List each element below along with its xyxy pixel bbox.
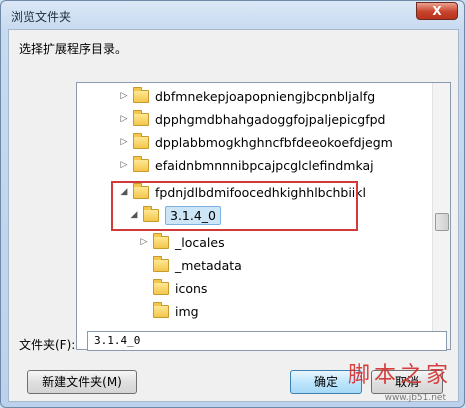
watermark-url: www.jb51.net	[384, 393, 446, 403]
scrollbar-thumb[interactable]	[435, 213, 449, 231]
folder-field-label: 文件夹(F):	[19, 338, 76, 352]
new-folder-button[interactable]: 新建文件夹(M)	[27, 370, 137, 394]
expand-arrow-icon[interactable]: ▷	[139, 237, 149, 247]
folder-icon	[153, 232, 169, 249]
collapse-arrow-icon[interactable]: ◢	[119, 187, 129, 197]
tree-item-label: img	[175, 303, 199, 319]
tree-item-label: dbfmnekepjoapopniengjbcpnbljalfg	[155, 88, 376, 104]
dialog-title: 浏览文件夹	[11, 10, 72, 24]
expand-arrow-icon[interactable]: ▷	[119, 160, 129, 170]
tree-item[interactable]: ▷ dbfmnekepjoapopniengjbcpnbljalfg	[119, 86, 375, 106]
tree-item[interactable]: ▷ dpplabbmogkhghncfbfdeeokoefdjegm	[119, 132, 393, 152]
folder-icon	[133, 109, 149, 126]
dialog-client-area: 选择扩展程序目录。 ▷ dbfmnekepjoapopniengjbcpnblj…	[8, 29, 459, 402]
tree-item-label: dpplabbmogkhghncfbfdeeokoefdjegm	[155, 134, 393, 150]
tree-item-selected[interactable]: ◢ 3.1.4_0	[129, 205, 222, 225]
tree-scrollbar[interactable]	[432, 83, 450, 349]
tree-item[interactable]: ▷ dpphgmdbhahgadoggfojpaljepicgfpd	[119, 109, 386, 129]
tree-item[interactable]: icons	[139, 278, 207, 298]
close-icon: X	[432, 4, 442, 18]
expand-arrow-icon[interactable]: ▷	[119, 91, 129, 101]
tree-item-label: _locales	[175, 234, 225, 250]
watermark-logo: 脚本之家	[347, 363, 452, 388]
tree-item-label: icons	[175, 280, 208, 296]
folder-icon	[143, 205, 159, 222]
folder-icon	[133, 86, 149, 103]
folder-tree[interactable]: ▷ dbfmnekepjoapopniengjbcpnbljalfg ▷ dpp…	[76, 82, 451, 350]
tree-item[interactable]: ◢ fpdnjdlbdmifoocedhkighhlbchbiikl	[119, 182, 366, 202]
close-button[interactable]: X	[416, 2, 458, 20]
folder-icon	[133, 155, 149, 172]
collapse-arrow-icon[interactable]: ◢	[129, 210, 139, 220]
tree-item[interactable]: img	[139, 301, 199, 321]
tree-item-label: fpdnjdlbdmifoocedhkighhlbchbiikl	[155, 184, 366, 200]
expand-arrow-icon[interactable]: ▷	[119, 137, 129, 147]
tree-item[interactable]: _metadata	[139, 255, 242, 275]
folder-icon	[153, 278, 169, 295]
prompt-text: 选择扩展程序目录。	[19, 42, 128, 56]
tree-item-label: 3.1.4_0	[165, 205, 222, 225]
folder-icon	[133, 182, 149, 199]
browse-folder-dialog: 浏览文件夹 X 选择扩展程序目录。 ▷ dbfmnekepjoapopnieng…	[0, 0, 465, 408]
tree-item-label: _metadata	[175, 257, 242, 273]
folder-path-input[interactable]: 3.1.4_0	[87, 331, 447, 351]
folder-icon	[153, 255, 169, 272]
tree-item[interactable]: ▷ efaidnbmnnnibpcajpcglclefindmkaj	[119, 155, 374, 175]
tree-item-label: dpphgmdbhahgadoggfojpaljepicgfpd	[155, 111, 386, 127]
folder-icon	[153, 301, 169, 318]
folder-icon	[133, 132, 149, 149]
expand-arrow-icon[interactable]: ▷	[119, 114, 129, 124]
tree-item[interactable]: ▷ _locales	[139, 232, 225, 252]
tree-item-label: efaidnbmnnnibpcajpcglclefindmkaj	[155, 157, 374, 173]
